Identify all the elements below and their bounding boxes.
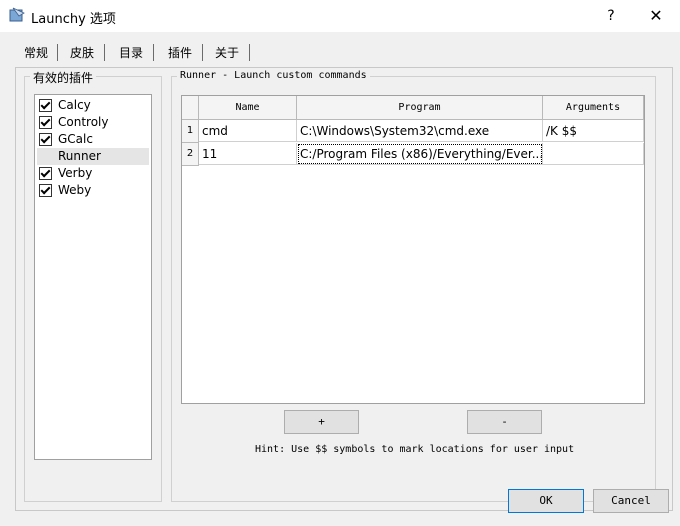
ok-button[interactable]: OK bbox=[508, 489, 584, 513]
plugin-item-runner[interactable]: Runner bbox=[37, 148, 149, 165]
tab-separator bbox=[57, 44, 58, 61]
plugin-checkbox[interactable] bbox=[39, 116, 52, 129]
title-bar: Launchy 选项 ? ✕ bbox=[0, 0, 680, 32]
plugin-label: Runner bbox=[58, 149, 101, 163]
column-header-arguments[interactable]: Arguments bbox=[543, 96, 644, 120]
plugin-item-verby[interactable]: Verby bbox=[39, 165, 147, 182]
row-header[interactable]: 1 bbox=[182, 120, 199, 143]
close-button[interactable]: ✕ bbox=[642, 4, 670, 28]
plugin-checkbox[interactable] bbox=[39, 133, 52, 146]
plugin-item-gcalc[interactable]: GCalc bbox=[39, 131, 147, 148]
plugin-item-weby[interactable]: Weby bbox=[39, 182, 147, 199]
tab-directories[interactable]: 目录 bbox=[119, 44, 143, 62]
commands-table[interactable]: Name Program Arguments 1 cmd C:\Windows\… bbox=[181, 95, 645, 404]
plugin-checkbox[interactable] bbox=[39, 184, 52, 197]
tab-skins[interactable]: 皮肤 bbox=[70, 44, 94, 62]
plugin-label: GCalc bbox=[58, 132, 93, 146]
add-row-button[interactable]: + bbox=[284, 410, 359, 434]
plugin-item-controly[interactable]: Controly bbox=[39, 114, 147, 131]
dialog-client: 常规 皮肤 目录 插件 关于 有效的插件 Calcy Controly GCal… bbox=[0, 32, 680, 526]
row-header[interactable]: 2 bbox=[182, 143, 199, 166]
plugin-label: Controly bbox=[58, 115, 109, 129]
runner-group-title: Runner - Launch custom commands bbox=[177, 70, 370, 81]
plugin-label: Verby bbox=[58, 166, 93, 180]
plugin-checkbox[interactable] bbox=[39, 99, 52, 112]
cell-program[interactable]: C:\Windows\System32\cmd.exe bbox=[297, 120, 543, 142]
column-header-program[interactable]: Program bbox=[297, 96, 543, 120]
tab-separator bbox=[202, 44, 203, 61]
cell-name[interactable]: 11 bbox=[199, 143, 297, 165]
plugin-label: Weby bbox=[58, 183, 92, 197]
cell-arguments[interactable]: /K $$ bbox=[543, 120, 644, 142]
tab-plugins[interactable]: 插件 bbox=[168, 44, 192, 62]
remove-row-button[interactable]: - bbox=[467, 410, 542, 434]
cancel-button[interactable]: Cancel bbox=[593, 489, 669, 513]
plugin-label: Calcy bbox=[58, 98, 91, 112]
plugin-item-calcy[interactable]: Calcy bbox=[39, 97, 147, 114]
hint-text: Hint: Use $$ symbols to mark locations f… bbox=[255, 444, 575, 455]
launchy-app-icon bbox=[9, 7, 25, 22]
table-corner bbox=[182, 96, 199, 120]
plugin-checkbox[interactable] bbox=[39, 167, 52, 180]
tab-separator bbox=[249, 44, 250, 61]
cell-arguments[interactable] bbox=[543, 143, 644, 165]
window-title: Launchy 选项 bbox=[31, 12, 116, 27]
tab-separator bbox=[104, 44, 105, 61]
plugins-group-title: 有效的插件 bbox=[30, 69, 97, 86]
column-header-name[interactable]: Name bbox=[199, 96, 297, 120]
tab-about[interactable]: 关于 bbox=[215, 44, 239, 62]
cell-program[interactable]: C:/Program Files (x86)/Everything/Ever..… bbox=[297, 143, 543, 165]
tab-general[interactable]: 常规 bbox=[24, 44, 48, 62]
help-button[interactable]: ? bbox=[597, 4, 625, 28]
tab-separator bbox=[153, 44, 154, 61]
cell-name[interactable]: cmd bbox=[199, 120, 297, 142]
plugin-list[interactable]: Calcy Controly GCalc Runner Verby Weby bbox=[34, 94, 152, 460]
